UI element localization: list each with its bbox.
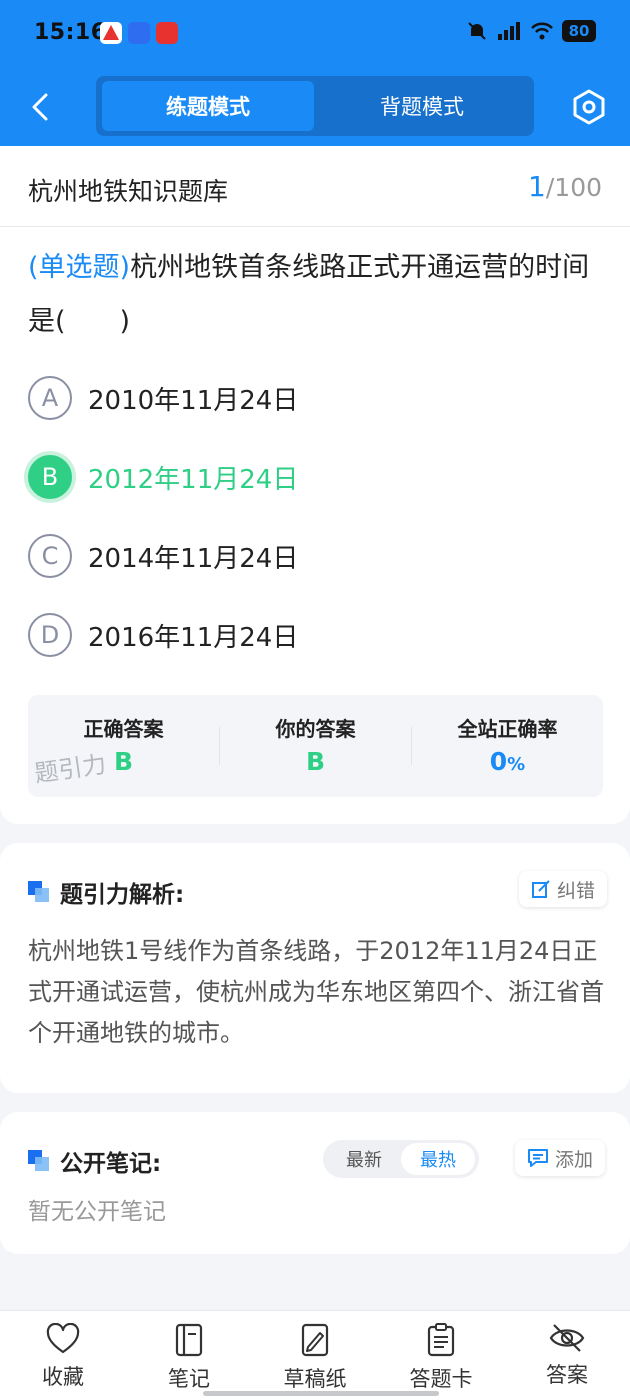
status-indicators: 80 [466,20,596,42]
option-text: 2016年11月24日 [88,622,299,653]
draft-paper-label: 草稿纸 [283,1367,347,1391]
question-type: (单选题) [28,252,131,283]
question-stem: (单选题)杭州地铁首条线路正式开通运营的时间是( ) [28,241,608,349]
option-d[interactable]: D 2016年11月24日 [28,613,588,657]
option-b[interactable]: B 2012年11月24日 [28,455,588,499]
section-squares-icon [28,881,50,903]
accuracy-value: 0% [412,747,603,776]
draft-paper-button[interactable]: 草稿纸 [252,1323,378,1400]
option-text: 2010年11月24日 [88,385,299,416]
accuracy-number: 0 [489,747,508,776]
correct-answer-stat: 正确答案 B 题引力 [28,695,219,797]
current-question-number: 1 [528,170,546,203]
favorite-button[interactable]: 收藏 [0,1323,126,1400]
question-progress: 1/100 [528,170,602,203]
app-header: 15:16 80 练题模式 背题模式 [0,0,630,146]
show-answer-label: 答案 [546,1363,588,1387]
question-bank-bar: 杭州地铁知识题库 1/100 [0,146,630,227]
eye-off-icon [549,1324,585,1352]
option-text: 2014年11月24日 [88,543,299,574]
app-notification-icon [156,22,178,44]
analysis-card: 题引力解析: 纠错 杭州地铁1号线作为首条线路，于2012年11月24日正式开通… [0,843,630,1093]
notes-title: 公开笔记: [28,1144,161,1178]
wifi-icon [531,22,553,40]
option-letter: A [28,376,72,420]
chevron-left-icon [32,93,48,121]
show-answer-button[interactable]: 答案 [504,1323,630,1400]
option-letter: C [28,534,72,578]
report-error-label: 纠错 [557,879,596,902]
battery-indicator: 80 [562,20,596,42]
answer-card-icon [427,1323,455,1357]
status-bar: 15:16 80 [0,0,630,68]
sort-hottest[interactable]: 最热 [401,1143,475,1175]
total-questions: /100 [545,173,602,202]
analysis-text: 杭州地铁1号线作为首条线路，于2012年11月24日正式开通试运营，使杭州成为华… [28,937,604,1047]
home-indicator [203,1391,439,1396]
add-note-label: 添加 [555,1148,594,1171]
option-letter: B [28,455,72,499]
your-answer-value: B [305,747,326,776]
heart-icon [46,1323,80,1354]
app-notification-icon [128,22,150,44]
public-notes-card: 公开笔记: 最新 最热 添加 暂无公开笔记 [0,1112,630,1254]
your-answer-stat: 你的答案 B [220,695,411,797]
settings-hex-icon [573,89,605,125]
section-squares-icon [28,1150,50,1172]
your-answer-label: 你的答案 [275,717,356,741]
notes-label: 笔记 [168,1367,210,1391]
answer-stats-panel: 正确答案 B 题引力 你的答案 B 全站正确率 0% [28,695,603,797]
option-letter: D [28,613,72,657]
correct-answer-label: 正确答案 [83,717,164,741]
question-card: (单选题)杭州地铁首条线路正式开通运营的时间是( ) A 2010年11月24日… [0,227,630,824]
mode-switch: 练题模式 背题模式 [96,76,534,136]
tab-practice-mode[interactable]: 练题模式 [102,81,314,131]
draft-paper-icon [301,1323,329,1357]
notes-sort-toggle: 最新 最热 [323,1140,479,1178]
favorite-label: 收藏 [42,1365,84,1389]
tab-recite-mode[interactable]: 背题模式 [316,81,528,131]
mute-bell-icon [468,22,486,40]
option-a[interactable]: A 2010年11月24日 [28,376,588,420]
status-time: 15:16 [34,20,107,45]
answer-card-button[interactable]: 答题卡 [378,1323,504,1400]
back-button[interactable] [22,86,58,128]
signal-icon [498,22,520,40]
notes-title-text: 公开笔记: [60,1151,162,1177]
app-notification-icon [100,22,122,44]
accuracy-label: 全站正确率 [457,717,558,741]
bottom-toolbar: 收藏 笔记 草稿纸 答题卡 答案 [0,1310,630,1400]
notes-empty-text: 暂无公开笔记 [28,1199,166,1225]
option-c[interactable]: C 2014年11月24日 [28,534,588,578]
notes-button[interactable]: 笔记 [126,1323,252,1400]
comment-add-icon [528,1149,548,1167]
option-text: 2012年11月24日 [88,464,299,495]
notebook-icon [175,1323,203,1357]
edit-icon [532,880,550,898]
question-bank-title: 杭州地铁知识题库 [28,177,229,206]
add-note-button[interactable]: 添加 [515,1140,606,1176]
accuracy-stat: 全站正确率 0% [412,695,603,797]
analysis-title: 题引力解析: [28,875,184,909]
sort-newest[interactable]: 最新 [327,1143,401,1175]
accuracy-unit: % [507,754,526,775]
settings-button[interactable] [570,88,608,126]
report-error-button[interactable]: 纠错 [519,871,608,907]
answer-card-label: 答题卡 [409,1367,473,1391]
analysis-title-text: 题引力解析: [60,882,185,908]
